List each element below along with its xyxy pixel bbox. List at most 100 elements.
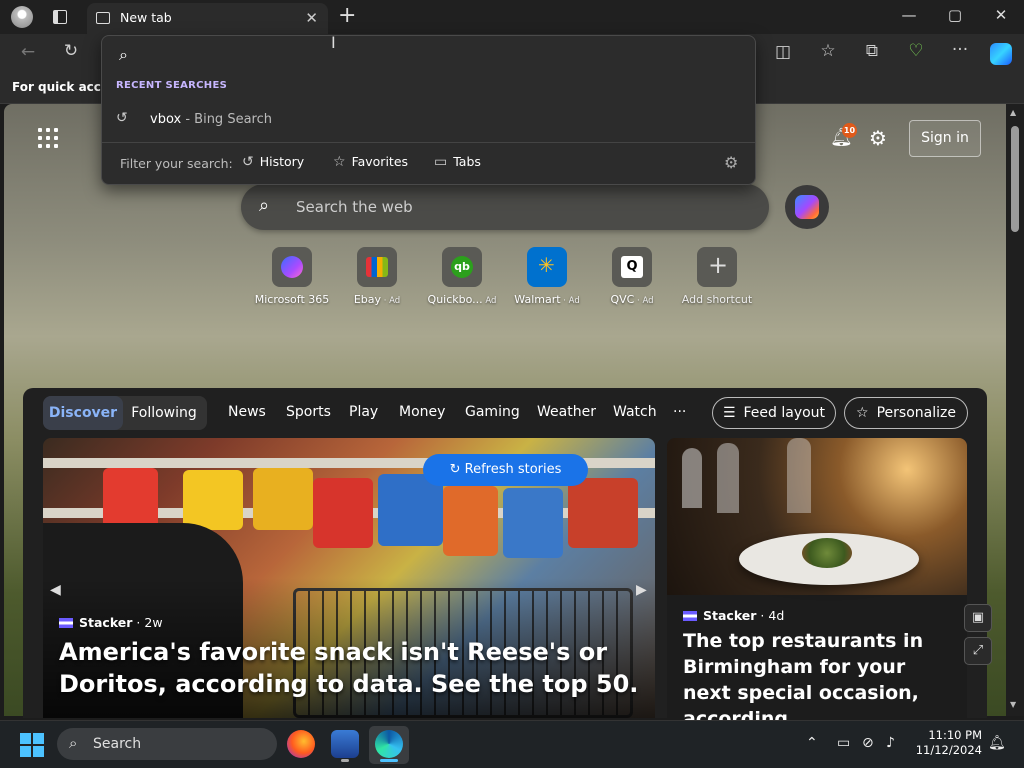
- shortcut-qvc[interactable]: Q QVC · Ad: [587, 247, 677, 306]
- tab-money[interactable]: Money: [399, 404, 445, 420]
- firefox-icon[interactable]: [287, 730, 315, 758]
- system-clock[interactable]: 11:10 PM 11/12/2024: [914, 728, 982, 758]
- page-settings-gear-icon[interactable]: ⚙: [869, 126, 887, 150]
- collections-icon[interactable]: ⧉: [859, 41, 885, 61]
- notifications-badge: 10: [842, 123, 857, 138]
- shortcut-label: Add shortcut: [681, 293, 753, 306]
- minimize-button[interactable]: —: [897, 6, 921, 24]
- tab-title: New tab: [120, 10, 172, 25]
- search-icon: ⌕: [259, 195, 270, 216]
- tab-watch[interactable]: Watch: [613, 404, 657, 420]
- more-options-icon[interactable]: ···: [947, 40, 973, 60]
- side-story-headline[interactable]: The top restaurants in Birmingham for yo…: [683, 628, 958, 732]
- copilot-icon[interactable]: [990, 43, 1012, 65]
- carousel-next-icon[interactable]: ▶: [636, 582, 647, 598]
- feed-layout-button[interactable]: ☰ Feed layout: [712, 397, 836, 429]
- tab-sports[interactable]: Sports: [286, 404, 331, 420]
- web-search-placeholder: Search the web: [296, 198, 413, 216]
- tab-news[interactable]: News: [228, 404, 266, 420]
- personalize-button[interactable]: ☆ Personalize: [844, 397, 968, 429]
- copilot-button[interactable]: [785, 185, 829, 229]
- sign-in-button[interactable]: Sign in: [909, 120, 981, 157]
- scrollbar-thumb[interactable]: [1011, 126, 1019, 232]
- filter-favorites-label: Favorites: [351, 154, 409, 169]
- ad-label: · Ad: [381, 296, 401, 306]
- profile-avatar[interactable]: [11, 6, 33, 28]
- tab-following[interactable]: Following: [126, 396, 202, 430]
- shortcut-label: QVC: [610, 293, 635, 306]
- side-story-source: Stacker · 4d: [683, 608, 784, 623]
- back-icon[interactable]: ←: [15, 42, 41, 62]
- more-tabs-button[interactable]: ···: [673, 404, 686, 420]
- ad-label: Ad: [482, 296, 497, 306]
- history-icon: ↺: [242, 154, 254, 170]
- feed-layout-label: Feed layout: [743, 405, 826, 421]
- image-icon[interactable]: ▣: [964, 604, 992, 632]
- walmart-spark-icon: ✳: [527, 247, 567, 287]
- search-settings-gear-icon[interactable]: ⚙: [724, 153, 738, 172]
- web-search-box[interactable]: ⌕ Search the web: [241, 184, 769, 230]
- filter-tabs-button[interactable]: ▭ Tabs: [434, 154, 481, 170]
- display-icon[interactable]: ▭: [837, 735, 850, 751]
- volume-icon[interactable]: ♪: [886, 735, 895, 751]
- story-age: · 4d: [756, 608, 785, 623]
- maximize-button[interactable]: ▢: [943, 6, 967, 24]
- text-cursor-icon: I: [331, 33, 336, 52]
- tab-gaming[interactable]: Gaming: [465, 404, 520, 420]
- recent-searches-heading: RECENT SEARCHES: [116, 80, 228, 91]
- refresh-stories-button[interactable]: ↻ Refresh stories: [423, 454, 588, 486]
- recent-search-item[interactable]: vbox - Bing Search: [150, 112, 272, 127]
- main-story-source: Stacker · 2w: [59, 615, 163, 630]
- address-bar-dropdown: ⌕ RECENT SEARCHES ↺ vbox - Bing Search F…: [101, 35, 756, 185]
- scroll-down-icon[interactable]: ▼: [1010, 700, 1016, 709]
- expand-icon[interactable]: ⤢: [964, 637, 992, 665]
- tab-weather[interactable]: Weather: [537, 404, 596, 420]
- edge-icon[interactable]: [375, 730, 403, 758]
- source-name: Stacker: [79, 615, 133, 630]
- carousel-prev-icon[interactable]: ◀: [50, 582, 61, 598]
- windows-start-icon[interactable]: [20, 733, 44, 757]
- history-clock-icon: ↺: [116, 110, 128, 126]
- title-bar: New tab ✕ + — ▢ ✕: [0, 0, 1024, 34]
- shortcut-microsoft-365[interactable]: Microsoft 365: [247, 247, 337, 306]
- tab-play[interactable]: Play: [349, 404, 378, 420]
- notification-center-bell-icon[interactable]: 🔔︎: [988, 735, 1006, 751]
- show-hidden-icons-chevron-icon[interactable]: ⌃: [806, 735, 818, 751]
- photos-app-icon[interactable]: [331, 730, 359, 758]
- filter-favorites-button[interactable]: ☆ Favorites: [333, 154, 408, 170]
- network-icon[interactable]: ⊘: [862, 735, 874, 751]
- filter-label: Filter your search:: [120, 156, 233, 171]
- split-screen-icon[interactable]: ◫: [770, 42, 796, 62]
- shortcut-add[interactable]: + Add shortcut: [672, 247, 762, 306]
- ad-label: · Ad: [560, 296, 580, 306]
- tab-new-tab[interactable]: New tab ✕: [87, 3, 328, 34]
- main-story-headline[interactable]: America's favorite snack isn't Reese's o…: [59, 636, 639, 700]
- browser-essentials-icon[interactable]: ♡: [903, 41, 929, 61]
- copilot-logo-icon: [795, 195, 819, 219]
- apps-launcher-icon[interactable]: [38, 128, 58, 148]
- app-running-indicator: [341, 759, 349, 762]
- quickbooks-icon: qb: [442, 247, 482, 287]
- new-tab-button[interactable]: +: [338, 3, 356, 28]
- filter-history-label: History: [259, 154, 305, 169]
- star-icon: ☆: [333, 154, 346, 170]
- address-input[interactable]: [142, 40, 742, 66]
- shortcut-ebay[interactable]: Ebay · Ad: [332, 247, 422, 306]
- tabs-icon: ▭: [434, 154, 448, 170]
- tab-discover[interactable]: Discover: [43, 396, 123, 430]
- vertical-tabs-icon[interactable]: [53, 10, 67, 24]
- favorites-icon[interactable]: ☆: [815, 41, 841, 61]
- tab-close-button[interactable]: ✕: [305, 9, 318, 27]
- close-button[interactable]: ✕: [989, 6, 1013, 24]
- dropdown-divider: [102, 142, 755, 143]
- taskbar-search[interactable]: ⌕ Search: [57, 728, 277, 760]
- shortcut-quickbooks[interactable]: qb Quickbo... Ad: [417, 247, 507, 306]
- filter-tabs-label: Tabs: [453, 154, 481, 169]
- scroll-up-icon[interactable]: ▲: [1010, 108, 1016, 117]
- filter-history-button[interactable]: ↺ History: [242, 154, 304, 170]
- clock-date: 11/12/2024: [915, 743, 982, 757]
- refresh-icon[interactable]: ↻: [58, 41, 84, 61]
- microsoft-365-icon: [272, 247, 312, 287]
- page-scrollbar[interactable]: ▲ ▼: [1006, 104, 1024, 716]
- shortcut-walmart[interactable]: ✳ Walmart · Ad: [502, 247, 592, 306]
